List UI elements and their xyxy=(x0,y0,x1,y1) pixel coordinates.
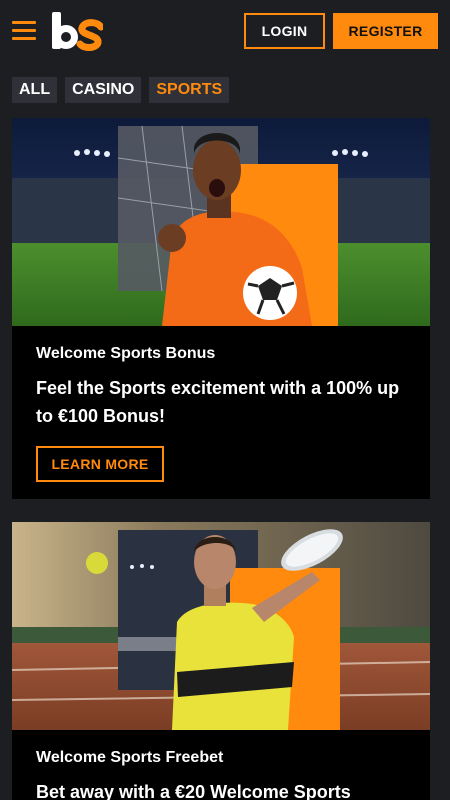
promo-banner-image-football[interactable] xyxy=(12,118,430,326)
hamburger-menu-icon[interactable] xyxy=(12,21,36,41)
promo-title: Welcome Sports Freebet xyxy=(36,749,224,766)
filter-tab-all[interactable]: ALL xyxy=(12,77,58,103)
logo-mark xyxy=(52,12,103,51)
category-filter-tabs: ALL CASINO SPORTS xyxy=(12,77,230,103)
login-button[interactable]: LOGIN xyxy=(244,13,325,49)
promo-card-body: Welcome Sports Bonus Feel the Sports exc… xyxy=(12,326,430,482)
brand-logo[interactable] xyxy=(51,11,103,51)
filter-tab-sports[interactable]: SPORTS xyxy=(149,77,230,103)
promo-headline: Bet away with a €20 Welcome Sports Freeb… xyxy=(36,782,351,800)
promo-title: Welcome Sports Bonus xyxy=(36,345,216,362)
promo-banner-image-tennis[interactable] xyxy=(12,522,430,730)
promo-card-sports-bonus: Welcome Sports Bonus Feel the Sports exc… xyxy=(12,118,430,499)
promo-headline: Feel the Sports excitement with a 100% u… xyxy=(36,378,400,426)
top-header: LOGIN REGISTER xyxy=(0,0,450,64)
promo-card-body: Welcome Sports Freebet Bet away with a €… xyxy=(12,730,430,800)
learn-more-button[interactable]: LEARN MORE xyxy=(36,446,164,482)
register-button[interactable]: REGISTER xyxy=(333,13,438,49)
filter-tab-casino[interactable]: CASINO xyxy=(65,77,142,103)
promo-card-sports-freebet: Welcome Sports Freebet Bet away with a €… xyxy=(12,522,430,800)
